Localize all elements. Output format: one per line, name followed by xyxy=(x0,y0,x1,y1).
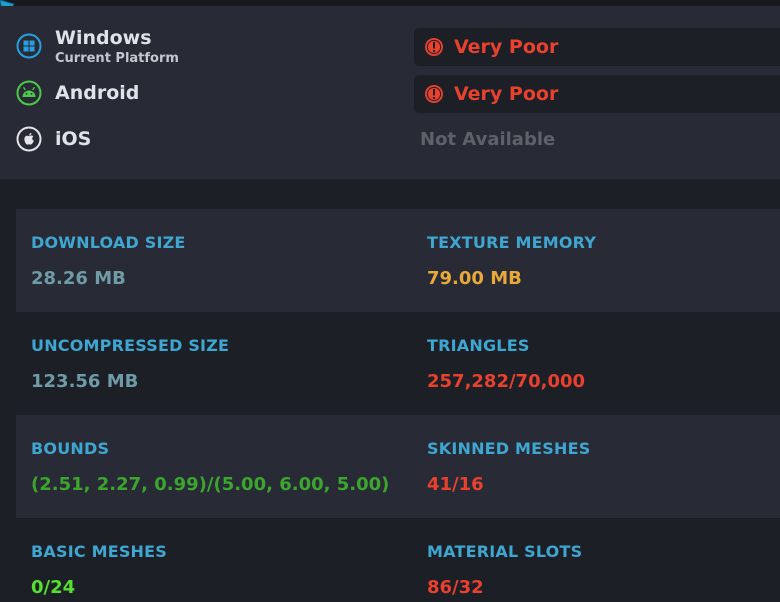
platform-name: Android xyxy=(55,82,140,104)
platform-name: Windows xyxy=(55,27,152,49)
platform-name: iOS xyxy=(55,128,92,150)
stat-label: MATERIAL SLOTS xyxy=(427,542,583,561)
stat-row: DOWNLOAD SIZE 28.26 MB TEXTURE MEMORY 79… xyxy=(16,209,780,312)
performance-rating-badge: Very Poor xyxy=(414,28,780,66)
stat-label: BOUNDS xyxy=(31,439,110,458)
stat-value: 41/16 xyxy=(427,474,484,495)
platform-panel: Windows Current Platform Very Poor Andro… xyxy=(0,6,780,179)
performance-rating-text: Very Poor xyxy=(454,36,559,58)
avatar-performance-panel: Windows Current Platform Very Poor Andro… xyxy=(0,0,780,602)
availability-status: Not Available xyxy=(420,129,556,150)
stat-label: TRIANGLES xyxy=(427,336,530,355)
stat-value: 86/32 xyxy=(427,577,484,598)
stat-label: DOWNLOAD SIZE xyxy=(31,233,186,252)
stat-row: UNCOMPRESSED SIZE 123.56 MB TRIANGLES 25… xyxy=(16,312,780,415)
windows-icon xyxy=(16,33,42,59)
stat-row: BOUNDS (2.51, 2.27, 0.99)/(5.00, 6.00, 5… xyxy=(16,415,780,518)
error-icon xyxy=(425,38,443,56)
stat-value: 257,282/70,000 xyxy=(427,371,586,392)
stats-panel: DOWNLOAD SIZE 28.26 MB TEXTURE MEMORY 79… xyxy=(16,209,780,602)
platform-subtitle: Current Platform xyxy=(55,51,179,66)
error-icon xyxy=(425,85,443,103)
stat-value: 79.00 MB xyxy=(427,268,522,289)
stat-value: 0/24 xyxy=(31,577,76,598)
stat-value: 28.26 MB xyxy=(31,268,126,289)
stat-value: (2.51, 2.27, 0.99)/(5.00, 6.00, 5.00) xyxy=(31,474,390,495)
stat-label: UNCOMPRESSED SIZE xyxy=(31,336,230,355)
stat-value: 123.56 MB xyxy=(31,371,139,392)
performance-rating-text: Very Poor xyxy=(454,83,559,105)
performance-rating-badge: Very Poor xyxy=(414,75,780,113)
stat-label: BASIC MESHES xyxy=(31,542,167,561)
stat-row: BASIC MESHES 0/24 MATERIAL SLOTS 86/32 xyxy=(16,518,780,602)
apple-icon xyxy=(16,126,42,152)
stat-label: TEXTURE MEMORY xyxy=(427,233,597,252)
stat-label: SKINNED MESHES xyxy=(427,439,591,458)
android-icon xyxy=(16,80,42,106)
